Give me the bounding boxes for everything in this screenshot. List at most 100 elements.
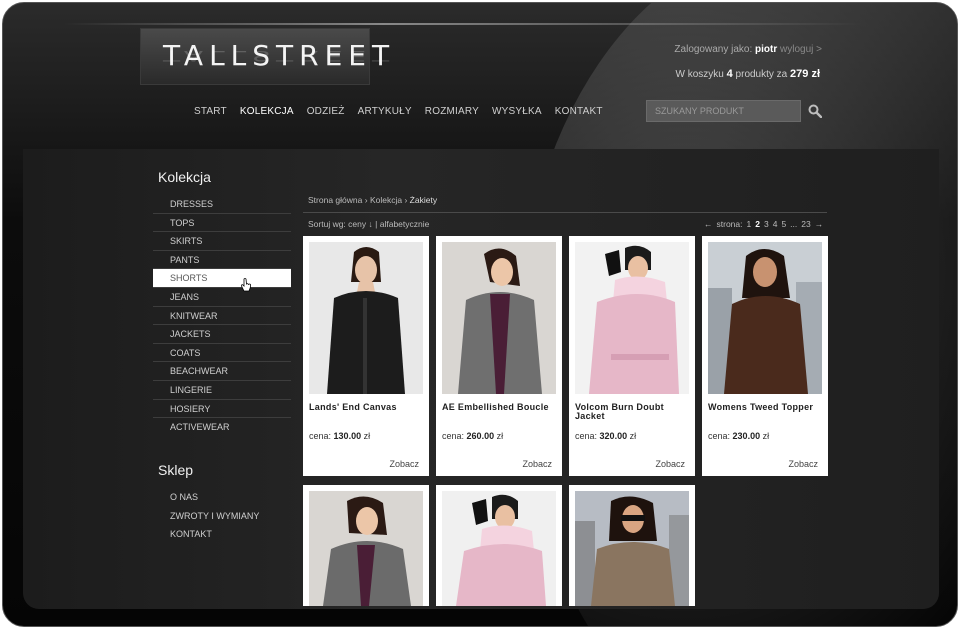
pagination: ← strona: 1 2 3 4 5 ... 23 → [704,219,823,229]
sort-down-icon: ↓ [368,219,373,229]
view-product-link[interactable]: Zobacz [788,459,818,469]
logged-label: Zalogowany jako: [674,44,753,55]
pager-page[interactable]: 3 [764,219,769,229]
product-name[interactable]: Volcom Burn Doubt Jacket [575,403,691,421]
product-card[interactable] [303,485,429,606]
sidebar-item-coats[interactable]: COATS [153,344,291,363]
product-price: cena: 230.00 zł [708,431,769,441]
product-photo [442,491,556,606]
product-photo [708,242,822,394]
product-card[interactable] [436,485,562,606]
user-bar: Zalogowany jako: piotr wyloguj > [674,44,822,55]
crumb-section[interactable]: Kolekcja [370,195,402,205]
collection-title: Kolekcja [158,169,211,185]
pager-next[interactable]: → [815,219,824,229]
product-card[interactable] [569,485,695,606]
sidebar-item-beachwear[interactable]: BEACHWEAR [153,362,291,381]
product-photo [309,491,423,606]
main-nav: START KOLEKCJA ODZIEŻ ARTYKUŁY ROZMIARY … [194,106,603,117]
shop-menu: O NAS ZWROTY I WYMIANY KONTAKT [153,488,291,544]
price-currency: zł [762,431,770,441]
product-price: cena: 260.00 zł [442,431,503,441]
product-image[interactable] [575,491,689,606]
price-value: 260.00 [466,431,495,441]
sidebar-item-jackets[interactable]: JACKETS [153,325,291,344]
sidebar-item-pants[interactable]: PANTS [153,251,291,270]
product-photo [575,242,689,394]
product-card[interactable]: Volcom Burn Doubt Jacket cena: 320.00 zł… [569,236,695,476]
pager-page-current: 2 [755,219,760,229]
crumb-sep: › [404,195,408,205]
username: piotr [755,44,778,55]
pager-prev[interactable]: ← [704,219,713,229]
crumb-home[interactable]: Strona główna [308,195,362,205]
nav-rozmiary[interactable]: ROZMIARY [425,106,479,117]
sidebar-item-about[interactable]: O NAS [153,488,291,507]
product-card[interactable]: Lands' End Canvas cena: 130.00 zł Zobacz [303,236,429,476]
product-photo [575,491,689,606]
product-image[interactable] [708,242,822,394]
product-image[interactable] [575,242,689,394]
search-icon[interactable] [808,104,822,118]
sidebar-item-knitwear[interactable]: KNITWEAR [153,307,291,326]
view-product-link[interactable]: Zobacz [389,459,419,469]
nav-wysylka[interactable]: WYSYŁKA [492,106,542,117]
crumb-current: Żakiety [409,195,438,205]
nav-artykuly[interactable]: ARTYKUŁY [358,106,412,117]
cart-mid: produkty za [735,69,788,80]
price-value: 130.00 [333,431,362,441]
sidebar-item-returns[interactable]: ZWROTY I WYMIANY [153,507,291,526]
product-price: cena: 320.00 zł [575,431,636,441]
hand-cursor-icon [241,278,251,292]
pager-page[interactable]: 23 [801,219,810,229]
price-value: 230.00 [732,431,761,441]
pager-page[interactable]: 4 [773,219,778,229]
nav-kontakt[interactable]: KONTAKT [555,106,603,117]
nav-kolekcja[interactable]: KOLEKCJA [240,106,294,117]
view-product-link[interactable]: Zobacz [522,459,552,469]
pager-page[interactable]: 1 [747,219,752,229]
product-name[interactable]: Womens Tweed Topper [708,403,824,412]
sidebar-item-hosiery[interactable]: HOSIERY [153,400,291,419]
search-input[interactable] [646,100,801,122]
pager-page[interactable]: 5 [781,219,786,229]
product-name[interactable]: AE Embellished Boucle [442,403,558,412]
sidebar-item-jeans[interactable]: JEANS [153,288,291,307]
product-price: cena: 130.00 zł [309,431,370,441]
breadcrumb: Strona główna › Kolekcja › Żakiety [308,195,437,205]
sidebar-item-shorts[interactable]: SHORTS [153,269,291,288]
sidebar-item-skirts[interactable]: SKIRTS [153,232,291,251]
logout-link[interactable]: wyloguj > [780,44,822,55]
product-image[interactable] [309,491,423,606]
sidebar-item-dresses[interactable]: DRESSES [153,195,291,214]
sort-price-link[interactable]: ceny [348,219,366,229]
collection-menu: DRESSES TOPS SKIRTS PANTS SHORTS JEANS K… [153,195,291,437]
price-currency: zł [496,431,504,441]
sort-bar: Sortuj wg: ceny ↓ | alfabetycznie [308,219,429,229]
top-highlight [63,23,863,25]
price-label: cena: [442,431,465,441]
view-product-link[interactable]: Zobacz [655,459,685,469]
cart-summary[interactable]: W koszyku 4 produkty za 279 zł [676,68,820,80]
product-photo [309,242,423,394]
product-card[interactable]: Womens Tweed Topper cena: 230.00 zł Zoba… [702,236,828,476]
shop-title: Sklep [158,462,194,478]
price-label: cena: [708,431,731,441]
brand-logo[interactable]: TALLSTREET TALLSTREET [140,28,395,85]
nav-start[interactable]: START [194,106,227,117]
sidebar-item-tops[interactable]: TOPS [153,214,291,233]
product-image[interactable] [309,242,423,394]
sort-divider: | [375,219,378,229]
product-card[interactable]: AE Embellished Boucle cena: 260.00 zł Zo… [436,236,562,476]
product-image[interactable] [442,242,556,394]
sidebar-item-contact[interactable]: KONTAKT [153,525,291,544]
product-name[interactable]: Lands' End Canvas [309,403,425,412]
product-photo [442,242,556,394]
sidebar-item-activewear[interactable]: ACTIVEWEAR [153,418,291,437]
sort-alpha-link[interactable]: alfabetycznie [380,219,430,229]
cart-prefix: W koszyku [675,69,724,80]
sidebar-item-lingerie[interactable]: LINGERIE [153,381,291,400]
product-image[interactable] [442,491,556,606]
price-label: cena: [575,431,598,441]
nav-odziez[interactable]: ODZIEŻ [307,106,345,117]
